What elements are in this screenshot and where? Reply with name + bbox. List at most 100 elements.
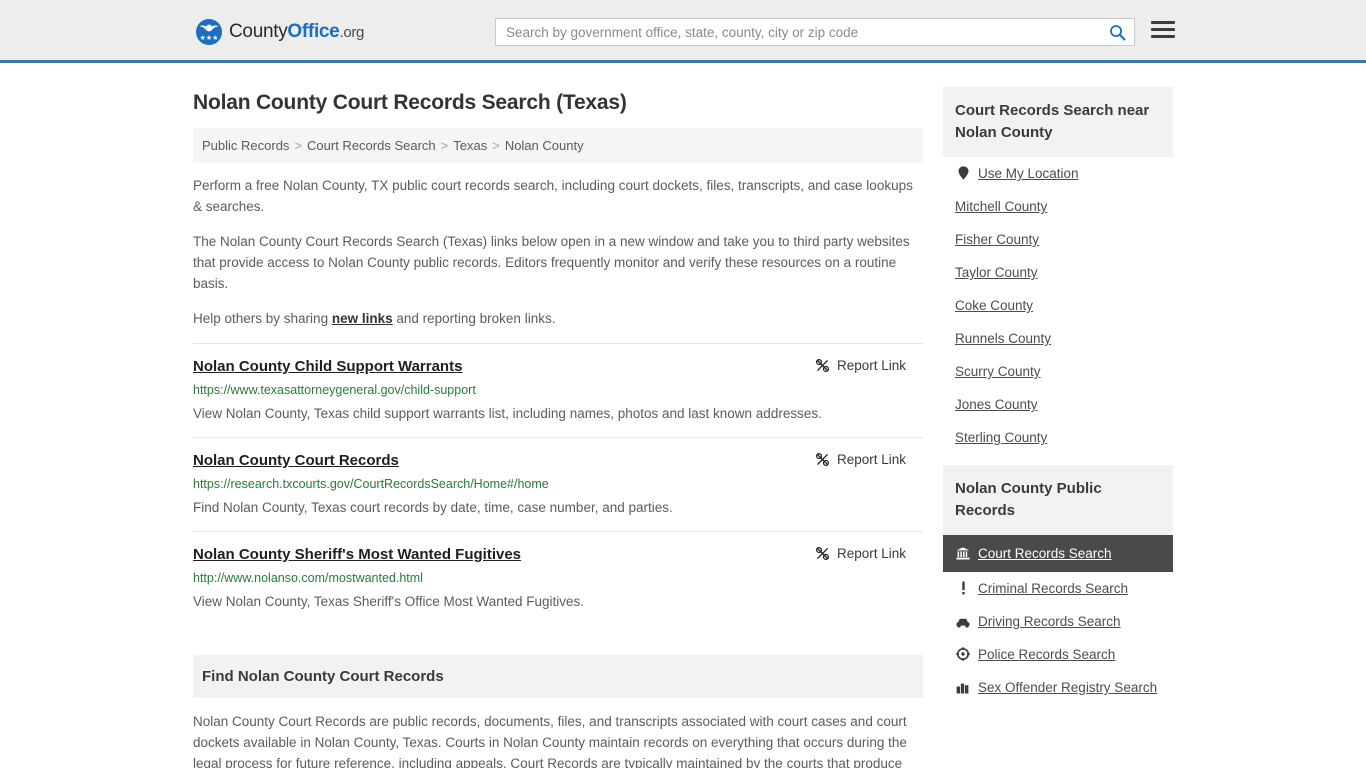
- new-links-link[interactable]: new links: [332, 311, 393, 326]
- sidebar-item-runnels-county[interactable]: Runnels County: [943, 322, 1173, 355]
- help-prefix: Help others by sharing: [193, 311, 332, 326]
- public-records-link[interactable]: Court Records Search: [978, 546, 1112, 561]
- site-logo-text: CountyOffice.org: [229, 21, 364, 43]
- sidebar-item-coke-county[interactable]: Coke County: [943, 289, 1173, 322]
- link-entry: Nolan County Sheriff's Most Wanted Fugit…: [193, 531, 923, 625]
- breadcrumb-item-court-records-search[interactable]: Court Records Search: [307, 138, 436, 153]
- hamburger-bar: [1151, 21, 1175, 24]
- intro-paragraph-1: Perform a free Nolan County, TX public c…: [193, 178, 913, 214]
- county-link[interactable]: Taylor County: [955, 265, 1038, 280]
- nearby-search-heading: Court Records Search near Nolan County: [943, 87, 1173, 157]
- courthouse-icon: [955, 547, 971, 560]
- sidebar-item-sex-offender-registry-search[interactable]: Sex Offender Registry Search: [943, 671, 1173, 704]
- sidebar-item-fisher-county[interactable]: Fisher County: [943, 223, 1173, 256]
- police-badge-icon: [955, 647, 971, 661]
- breadcrumb: Public Records > Court Records Search > Texa…: [193, 128, 923, 163]
- hamburger-bar: [1151, 28, 1175, 31]
- link-entry-title[interactable]: Nolan County Child Support Warrants: [193, 357, 462, 377]
- logo-text-tld: .org: [339, 24, 365, 41]
- sidebar-item-driving-records-search[interactable]: Driving Records Search: [943, 605, 1173, 638]
- report-link-button[interactable]: Report Link: [815, 358, 923, 373]
- public-records-link[interactable]: Police Records Search: [978, 647, 1115, 662]
- sidebar-item-jones-county[interactable]: Jones County: [943, 388, 1173, 421]
- report-link-label: Report Link: [836, 358, 906, 373]
- sidebar-item-scurry-county[interactable]: Scurry County: [943, 355, 1173, 388]
- help-suffix: and reporting broken links.: [392, 311, 556, 326]
- sidebar-item-sterling-county[interactable]: Sterling County: [943, 421, 1173, 454]
- link-entry-header: Nolan County Sheriff's Most Wanted Fugit…: [193, 545, 923, 565]
- county-link[interactable]: Fisher County: [955, 232, 1039, 247]
- link-entry: Nolan County Child Support Warrants Repo…: [193, 343, 923, 437]
- public-records-link[interactable]: Criminal Records Search: [978, 581, 1128, 596]
- link-entry-title[interactable]: Nolan County Court Records: [193, 451, 399, 471]
- county-link[interactable]: Scurry County: [955, 364, 1041, 379]
- use-my-location-item[interactable]: Use My Location: [943, 157, 1173, 190]
- site-header: ★★★ CountyOffice.org: [0, 0, 1366, 63]
- buildings-icon: [955, 682, 971, 694]
- public-records-heading: Nolan County Public Records: [943, 465, 1173, 535]
- content-container: Nolan County Court Records Search (Texas…: [193, 63, 1173, 768]
- link-entry-url[interactable]: http://www.nolanso.com/mostwanted.html: [193, 569, 923, 587]
- report-link-label: Report Link: [836, 452, 906, 467]
- report-link-label: Report Link: [836, 546, 906, 561]
- logo-stars: ★★★: [199, 35, 219, 42]
- search-input[interactable]: [496, 19, 1100, 45]
- link-entry-description: View Nolan County, Texas child support w…: [193, 406, 822, 421]
- sidebar-item-police-records-search[interactable]: Police Records Search: [943, 638, 1173, 671]
- find-records-body: Nolan County Court Records are public re…: [193, 714, 907, 768]
- sidebar: Court Records Search near Nolan County U…: [943, 63, 1173, 768]
- public-records-link[interactable]: Sex Offender Registry Search: [978, 680, 1157, 695]
- breadcrumb-separator: >: [492, 138, 500, 153]
- sidebar-item-taylor-county[interactable]: Taylor County: [943, 256, 1173, 289]
- sidebar-item-court-records-search[interactable]: Court Records Search: [943, 535, 1173, 572]
- breadcrumb-item-texas[interactable]: Texas: [453, 138, 487, 153]
- link-entry-title[interactable]: Nolan County Sheriff's Most Wanted Fugit…: [193, 545, 521, 565]
- logo-text-county: County: [229, 21, 288, 42]
- menu-icon[interactable]: [1151, 21, 1175, 38]
- link-entry-url[interactable]: https://research.txcourts.gov/CourtRecor…: [193, 475, 923, 493]
- car-icon: [955, 617, 971, 628]
- public-records-link[interactable]: Driving Records Search: [978, 614, 1121, 629]
- sidebar-item-criminal-records-search[interactable]: Criminal Records Search: [943, 572, 1173, 605]
- county-link[interactable]: Jones County: [955, 397, 1038, 412]
- search-button[interactable]: [1100, 19, 1134, 45]
- logo-text-office: Office: [287, 21, 340, 42]
- help-paragraph: Help others by sharing new links and rep…: [193, 308, 923, 329]
- search-bar: [495, 18, 1135, 46]
- find-records-heading: Find Nolan County Court Records: [193, 655, 923, 698]
- breadcrumb-item-public-records[interactable]: Public Records: [202, 138, 289, 153]
- nearby-county-list: Use My Location Mitchell County Fisher C…: [943, 157, 1173, 454]
- countyoffice-logo-icon: ★★★: [196, 19, 222, 45]
- site-logo[interactable]: ★★★ CountyOffice.org: [196, 19, 364, 45]
- sidebar-item-mitchell-county[interactable]: Mitchell County: [943, 190, 1173, 223]
- broken-link-icon: [815, 358, 829, 373]
- county-link[interactable]: Coke County: [955, 298, 1033, 313]
- breadcrumb-item-nolan-county: Nolan County: [504, 138, 584, 153]
- eagle-wing-icon: [199, 24, 219, 32]
- county-link[interactable]: Mitchell County: [955, 199, 1047, 214]
- county-link[interactable]: Runnels County: [955, 331, 1051, 346]
- report-link-button[interactable]: Report Link: [815, 452, 923, 467]
- link-entry-description: View Nolan County, Texas Sheriff's Offic…: [193, 594, 585, 609]
- page-body: Nolan County Court Records Search (Texas…: [0, 63, 1366, 768]
- breadcrumb-separator: >: [440, 138, 449, 153]
- county-link[interactable]: Sterling County: [955, 430, 1047, 445]
- use-my-location-link[interactable]: Use My Location: [978, 166, 1079, 181]
- link-entry-url[interactable]: https://www.texasattorneygeneral.gov/chi…: [193, 381, 923, 399]
- intro-paragraph-2: The Nolan County Court Records Search (T…: [193, 234, 910, 291]
- map-pin-icon: [955, 166, 971, 180]
- hamburger-bar: [1151, 35, 1175, 38]
- main-column: Nolan County Court Records Search (Texas…: [193, 63, 923, 768]
- link-entry-header: Nolan County Court Records Report Link: [193, 451, 923, 471]
- link-entry-description: Find Nolan County, Texas court records b…: [193, 500, 673, 515]
- link-entry: Nolan County Court Records Report Link h…: [193, 437, 923, 531]
- link-entry-header: Nolan County Child Support Warrants Repo…: [193, 357, 923, 377]
- page-title: Nolan County Court Records Search (Texas…: [193, 91, 627, 114]
- report-link-button[interactable]: Report Link: [815, 546, 923, 561]
- search-icon: [1109, 24, 1125, 40]
- exclamation-icon: [955, 581, 971, 595]
- broken-link-icon: [815, 546, 829, 561]
- breadcrumb-separator: >: [294, 138, 303, 153]
- broken-link-icon: [815, 452, 829, 467]
